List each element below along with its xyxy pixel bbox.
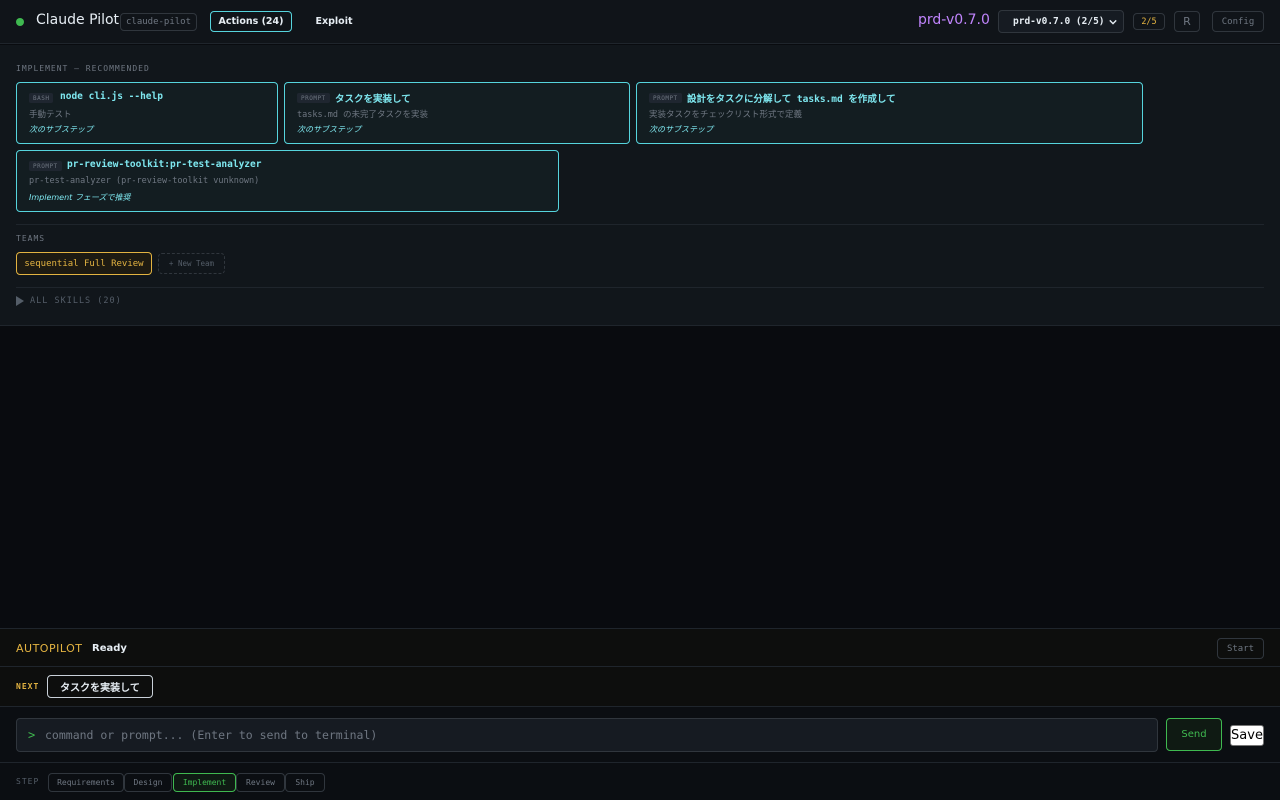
card-kind-badge: PROMPT [649,93,682,103]
team-button[interactable]: sequential Full Review [16,252,152,275]
teams-section-label: TEAMS [16,234,46,243]
app-title: Claude Pilot [36,12,120,28]
card-title: pr-review-toolkit:pr-test-analyzer [67,159,262,170]
card-hint: 次のサブステップ [297,125,361,134]
step-label: STEP [16,777,40,786]
tab-exploit[interactable]: Exploit [310,11,358,32]
card-kind-badge: BASH [29,93,54,103]
r-button[interactable]: R [1174,11,1200,32]
chevron-down-icon [1109,19,1117,25]
next-bar: NEXT タスクを実装して [0,667,1280,707]
step-design[interactable]: Design [124,773,172,792]
action-card[interactable]: PROMPT 設計をタスクに分解して tasks.md を作成して 実装タスクを… [636,82,1143,144]
save-button[interactable]: Save [1230,725,1264,746]
card-title: 設計をタスクに分解して tasks.md を作成して [687,94,896,105]
card-hint: Implement フェーズで推奨 [29,193,131,202]
header-divider [900,43,1280,44]
card-hint: 次のサブステップ [649,125,713,134]
version-select[interactable]: prd-v0.7.0 (2/5) [998,10,1124,33]
status-dot-icon [16,18,24,26]
triangle-right-icon [16,296,24,306]
autopilot-bar: AUTOPILOT Ready Start [0,628,1280,667]
start-button[interactable]: Start [1217,638,1264,659]
top-bar: Claude Pilot claude-pilot Actions (24) E… [0,0,1280,44]
autopilot-label: AUTOPILOT [16,642,83,655]
next-action-button[interactable]: タスクを実装して [47,675,153,698]
card-title: タスクを実装して [335,94,411,105]
action-card[interactable]: BASH node cli.js --help 手動テスト 次のサブステップ [16,82,278,144]
step-requirements[interactable]: Requirements [48,773,124,792]
card-title: node cli.js --help [60,91,163,102]
command-bar: > Send Save [0,707,1280,763]
card-description: 実装タスクをチェックリスト形式で定義 [649,110,803,120]
prompt-symbol: > [28,728,36,742]
tab-actions[interactable]: Actions (24) [210,11,292,32]
version-select-value: prd-v0.7.0 (2/5) [1013,16,1105,27]
new-team-button[interactable]: + New Team [158,253,225,274]
command-input-wrapper: > [16,718,1158,752]
send-button[interactable]: Send [1166,718,1222,751]
implement-section-label: IMPLEMENT — RECOMMENDED [16,64,150,73]
action-card[interactable]: PROMPT タスクを実装して tasks.md の未完了タスクを実装 次のサブ… [284,82,630,144]
progress-badge: 2/5 [1133,13,1165,30]
card-description: pr-test-analyzer (pr-review-toolkit vunk… [29,176,260,186]
step-bar: STEP Requirements Design Implement Revie… [0,763,1280,800]
card-kind-badge: PROMPT [297,93,330,103]
next-label: NEXT [16,682,40,691]
all-skills-label: ALL SKILLS (20) [30,296,122,306]
action-card[interactable]: PROMPT pr-review-toolkit:pr-test-analyze… [16,150,559,212]
section-divider [16,224,1264,225]
actions-panel: IMPLEMENT — RECOMMENDED BASH node cli.js… [0,45,1280,326]
section-divider [16,287,1264,288]
all-skills-toggle[interactable]: ALL SKILLS (20) [16,296,122,306]
config-button[interactable]: Config [1212,11,1264,32]
card-hint: 次のサブステップ [29,125,93,134]
step-implement[interactable]: Implement [173,773,236,792]
command-input[interactable] [45,719,1145,751]
card-description: tasks.md の未完了タスクを実装 [297,110,429,120]
card-kind-badge: PROMPT [29,161,62,171]
step-review[interactable]: Review [236,773,285,792]
card-description: 手動テスト [29,110,72,120]
autopilot-status: Ready [92,643,127,654]
step-ship[interactable]: Ship [285,773,325,792]
repo-chip[interactable]: claude-pilot [120,13,197,31]
version-label: prd-v0.7.0 [918,12,990,28]
